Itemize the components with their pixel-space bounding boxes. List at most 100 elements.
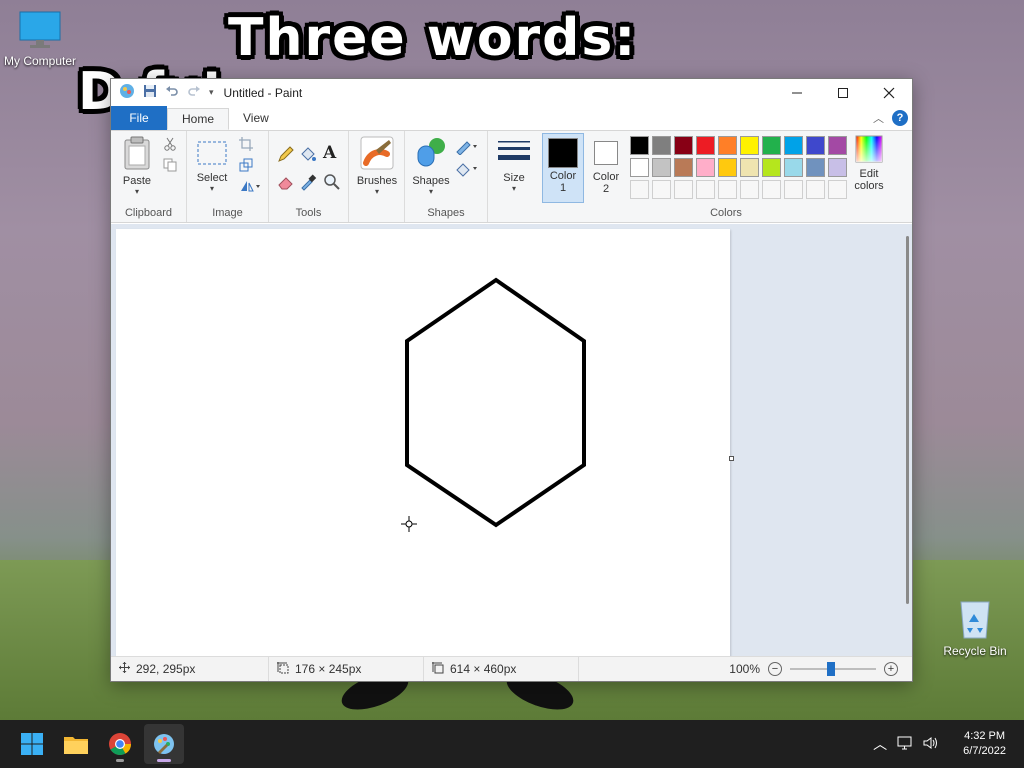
taskbar-file-explorer[interactable] <box>56 724 96 764</box>
magnifier-icon[interactable] <box>323 173 341 194</box>
pencil-icon[interactable] <box>277 145 295 166</box>
outline-icon[interactable] <box>455 139 479 158</box>
palette-swatch[interactable] <box>740 136 759 155</box>
paint-app-icon[interactable] <box>119 83 135 102</box>
close-button[interactable] <box>866 79 912 106</box>
fill-bucket-icon[interactable] <box>299 145 317 166</box>
minimize-button[interactable] <box>774 79 820 106</box>
text-icon[interactable]: A <box>323 143 336 163</box>
palette-swatch[interactable] <box>652 136 671 155</box>
volume-icon[interactable] <box>923 736 939 753</box>
desktop-icon-my-computer[interactable]: My Computer <box>0 10 80 68</box>
taskbar: ︿ 4:32 PM 6/7/2022 <box>0 720 1024 768</box>
shapes-icon <box>417 138 445 167</box>
collapse-ribbon-icon[interactable]: ︿ <box>873 110 884 126</box>
zoom-out-button[interactable]: − <box>768 662 782 676</box>
color1-button[interactable]: Color 1 <box>542 133 584 203</box>
hexagon-shape <box>405 277 586 528</box>
desktop-icon-recycle-bin[interactable]: Recycle Bin <box>935 596 1015 658</box>
palette-swatch[interactable] <box>630 136 649 155</box>
color1-swatch <box>548 138 578 168</box>
zoom-slider-thumb[interactable] <box>827 662 835 676</box>
palette-custom-slot[interactable] <box>652 180 671 199</box>
selection-size-value: 176 × 245px <box>295 662 362 676</box>
tab-view[interactable]: View <box>229 106 283 130</box>
palette-swatch[interactable] <box>806 136 825 155</box>
vertical-scrollbar[interactable] <box>906 236 909 604</box>
canvas-resize-handle[interactable] <box>729 456 734 461</box>
palette-custom-slot[interactable] <box>828 180 847 199</box>
color1-label: Color 1 <box>549 170 577 194</box>
brushes-button[interactable]: Brushes ▾ <box>355 136 399 196</box>
palette-swatch[interactable] <box>696 136 715 155</box>
chevron-down-icon: ▾ <box>134 187 139 196</box>
color2-button[interactable]: Color 2 <box>586 133 626 203</box>
palette-swatch[interactable] <box>740 158 759 177</box>
eraser-icon[interactable] <box>277 173 295 194</box>
palette-swatch[interactable] <box>762 158 781 177</box>
palette-custom-slot[interactable] <box>806 180 825 199</box>
clock-date: 6/7/2022 <box>963 745 1006 757</box>
window-controls <box>774 79 912 106</box>
palette-custom-slot[interactable] <box>696 180 715 199</box>
tab-file[interactable]: File <box>111 106 167 130</box>
rotate-icon[interactable] <box>239 179 261 196</box>
palette-custom-slot[interactable] <box>630 180 649 199</box>
network-icon[interactable] <box>897 736 913 753</box>
ribbon-group-size: Size ▾ <box>488 131 542 222</box>
running-indicator <box>157 759 171 762</box>
palette-swatch[interactable] <box>828 158 847 177</box>
palette-custom-slot[interactable] <box>674 180 693 199</box>
customize-quick-access-icon[interactable]: ▾ <box>209 87 214 98</box>
taskbar-chrome[interactable] <box>100 724 140 764</box>
desktop-icon-label: Recycle Bin <box>943 644 1007 658</box>
palette-swatch[interactable] <box>806 158 825 177</box>
palette-swatch[interactable] <box>762 136 781 155</box>
shapes-button[interactable]: Shapes ▾ <box>411 136 451 196</box>
palette-custom-slot[interactable] <box>740 180 759 199</box>
show-hidden-icons-chevron-icon[interactable]: ︿ <box>873 734 887 754</box>
tab-home[interactable]: Home <box>167 108 230 130</box>
zoom-slider[interactable] <box>790 662 876 676</box>
fill-icon[interactable] <box>455 161 479 180</box>
palette-custom-slot[interactable] <box>762 180 781 199</box>
size-label: Size <box>503 172 525 184</box>
help-icon[interactable]: ? <box>892 110 908 126</box>
palette-swatch[interactable] <box>652 158 671 177</box>
maximize-button[interactable] <box>820 79 866 106</box>
taskbar-paint[interactable] <box>144 724 184 764</box>
palette-swatch[interactable] <box>784 136 803 155</box>
drawing-canvas[interactable] <box>116 229 730 656</box>
windows-logo-icon <box>21 733 43 755</box>
shapes-label: Shapes <box>412 175 450 187</box>
cut-icon[interactable] <box>163 137 177 154</box>
palette-swatch[interactable] <box>630 158 649 177</box>
redo-icon[interactable] <box>187 84 201 101</box>
palette-swatch[interactable] <box>828 136 847 155</box>
chevron-down-icon: ▾ <box>511 184 516 193</box>
palette-custom-slot[interactable] <box>718 180 737 199</box>
start-button[interactable] <box>12 724 52 764</box>
clipboard-icon <box>124 136 150 170</box>
zoom-in-button[interactable]: + <box>884 662 898 676</box>
palette-swatch[interactable] <box>674 136 693 155</box>
undo-icon[interactable] <box>165 84 179 101</box>
select-button[interactable]: Select ▾ <box>193 139 231 193</box>
palette-custom-slot[interactable] <box>784 180 803 199</box>
palette-swatch[interactable] <box>696 158 715 177</box>
resize-icon[interactable] <box>239 158 253 175</box>
palette-swatch[interactable] <box>674 158 693 177</box>
crop-icon[interactable] <box>239 137 253 154</box>
palette-swatch[interactable] <box>718 136 737 155</box>
save-icon[interactable] <box>143 84 157 101</box>
clock[interactable]: 4:32 PM 6/7/2022 <box>963 729 1006 759</box>
copy-icon[interactable] <box>163 158 177 175</box>
paste-button[interactable]: Paste ▾ <box>119 136 155 196</box>
palette-swatch[interactable] <box>784 158 803 177</box>
color-picker-icon[interactable] <box>299 173 317 194</box>
ribbon-group-brushes: Brushes ▾ <box>349 131 405 222</box>
size-button[interactable]: Size ▾ <box>496 139 532 193</box>
edit-colors-button[interactable]: Edit colors <box>848 135 890 192</box>
group-label-colors: Colors <box>710 207 742 219</box>
palette-swatch[interactable] <box>718 158 737 177</box>
